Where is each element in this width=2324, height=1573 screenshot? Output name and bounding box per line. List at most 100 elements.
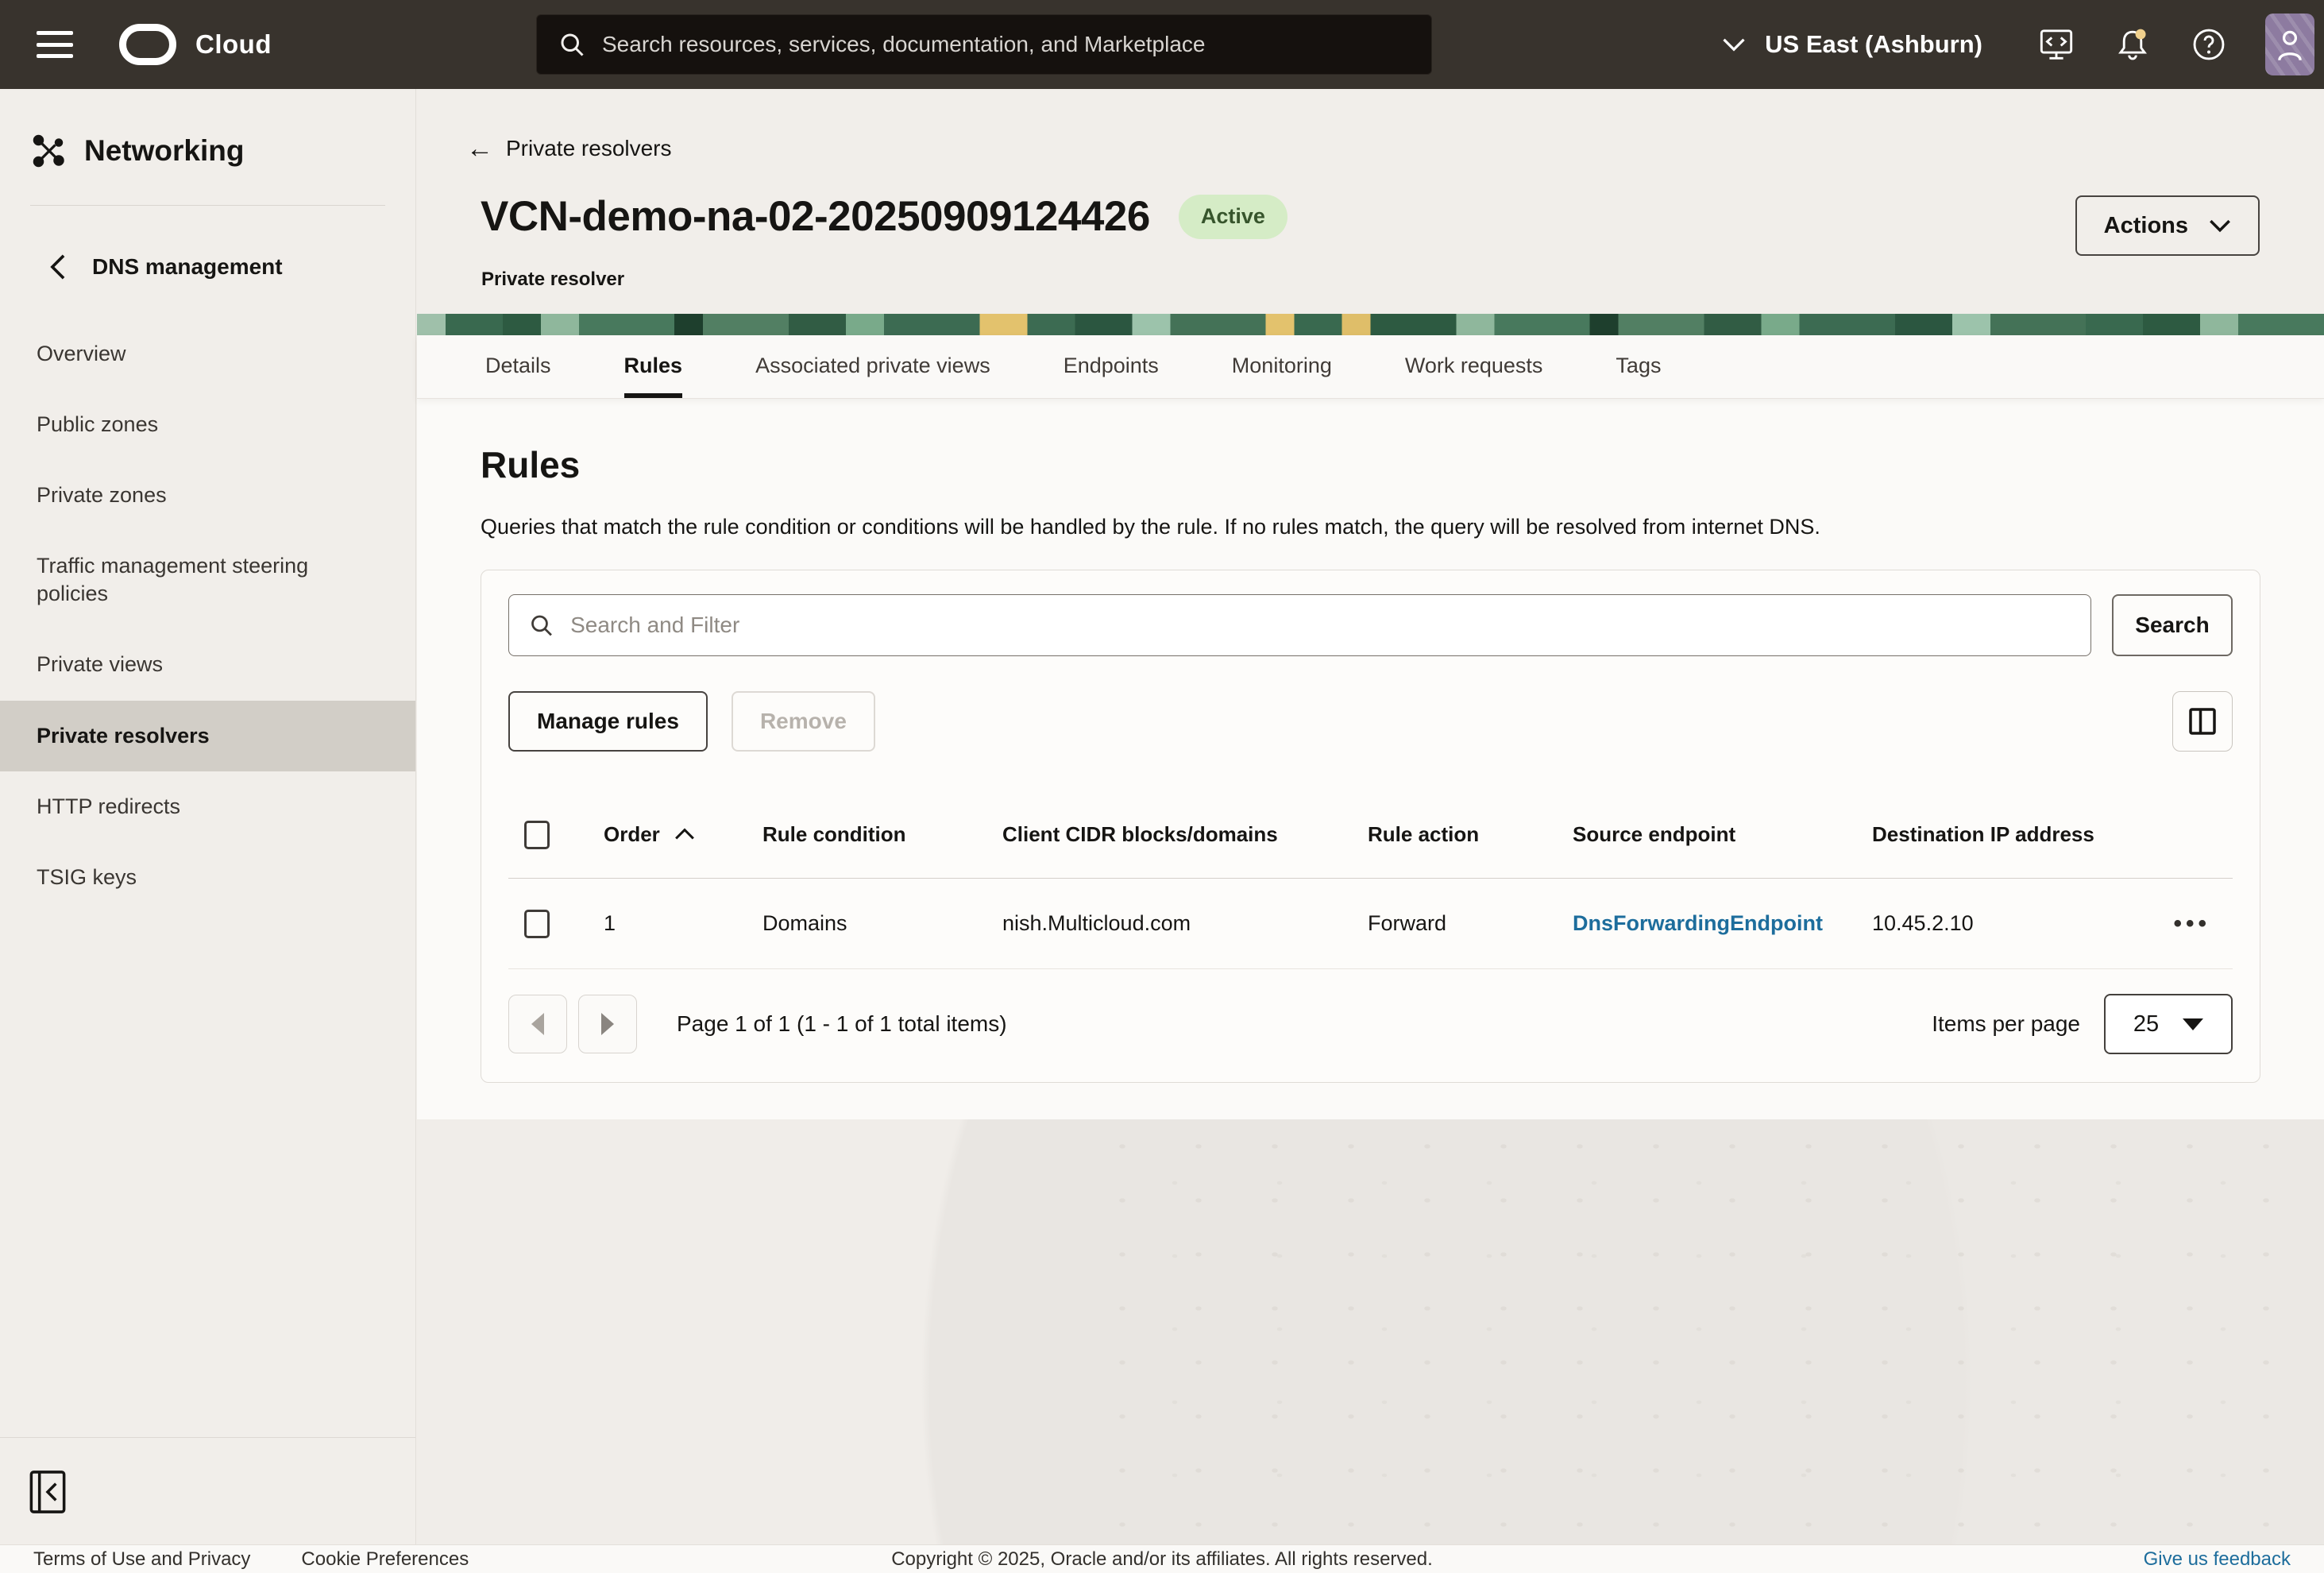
sidebar-item-private-resolvers[interactable]: Private resolvers [0, 701, 415, 771]
previous-page-button[interactable] [508, 995, 567, 1053]
sidebar-item-private-zones[interactable]: Private zones [0, 460, 415, 531]
items-per-page-select[interactable]: 25 [2104, 994, 2233, 1054]
chevron-down-icon [2209, 218, 2231, 233]
global-search-bar[interactable] [536, 14, 1432, 75]
next-page-button[interactable] [578, 995, 637, 1053]
resource-type-label: Private resolver [481, 269, 624, 291]
tab-monitoring[interactable]: Monitoring [1232, 335, 1332, 398]
remove-button[interactable]: Remove [732, 691, 875, 752]
caret-down-icon [2183, 1018, 2203, 1030]
page-header: ← Private resolvers VCN-demo-na-02-20250… [417, 89, 2324, 314]
items-per-page-value: 25 [2133, 1011, 2159, 1038]
pagination: Page 1 of 1 (1 - 1 of 1 total items) Ite… [508, 977, 2233, 1071]
help-icon[interactable] [2191, 26, 2227, 63]
actions-button-label: Actions [2104, 213, 2188, 239]
filter-input-wrapper [508, 594, 2091, 656]
search-icon [558, 30, 586, 59]
table-row: 1 Domains nish.Multicloud.com Forward Dn… [508, 879, 2233, 969]
sidebar-title: Networking [0, 89, 415, 170]
source-endpoint-link[interactable]: DnsForwardingEndpoint [1573, 911, 1823, 935]
columns-icon [2187, 705, 2218, 737]
status-badge: Active [1179, 195, 1287, 239]
notifications-bell-icon[interactable] [2114, 26, 2151, 63]
order-label: Order [604, 821, 660, 848]
column-settings-button[interactable] [2172, 691, 2233, 752]
divider [30, 205, 385, 206]
column-header-rule-action: Rule action [1368, 821, 1573, 848]
actions-button[interactable]: Actions [2075, 195, 2260, 256]
cookie-preferences-link[interactable]: Cookie Preferences [301, 1548, 469, 1571]
rules-card: Search Manage rules Remove Order Rule co… [481, 570, 2260, 1083]
cell-destination-ip: 10.45.2.10 [1872, 911, 2138, 936]
region-label: US East (Ashburn) [1765, 30, 1982, 59]
pagination-text: Page 1 of 1 (1 - 1 of 1 total items) [677, 1011, 1007, 1037]
chevron-down-icon [1722, 37, 1746, 52]
page-title: VCN-demo-na-02-20250909124426 [481, 192, 1150, 241]
footer: Terms of Use and Privacy Cookie Preferen… [0, 1544, 2324, 1573]
rules-table: Order Rule condition Client CIDR blocks/… [508, 791, 2233, 969]
sidebar-item-traffic-management[interactable]: Traffic management steering policies [0, 531, 415, 629]
rules-heading: Rules [481, 443, 2260, 486]
column-header-client-cidr: Client CIDR blocks/domains [1002, 821, 1368, 848]
feedback-link[interactable]: Give us feedback [2144, 1548, 2291, 1571]
column-header-rule-condition: Rule condition [762, 821, 1002, 848]
next-icon [601, 1013, 614, 1035]
cell-client-cidr: nish.Multicloud.com [1002, 911, 1368, 936]
chevron-left-icon [49, 253, 67, 280]
sidebar-title-label: Networking [84, 134, 244, 168]
rules-description: Queries that match the rule condition or… [481, 515, 2260, 539]
person-icon [2274, 26, 2306, 63]
row-checkbox[interactable] [524, 910, 550, 938]
terms-link[interactable]: Terms of Use and Privacy [33, 1548, 250, 1571]
collapse-sidebar-button[interactable] [29, 1470, 67, 1514]
back-to-private-resolvers-link[interactable]: ← Private resolvers [466, 135, 672, 162]
cloud-shell-icon[interactable] [2038, 26, 2075, 63]
tab-tags[interactable]: Tags [1616, 335, 1661, 398]
search-icon [528, 612, 554, 639]
cell-rule-action: Forward [1368, 911, 1573, 936]
user-avatar[interactable] [2265, 14, 2314, 75]
collapse-panel-icon [29, 1470, 67, 1514]
sidebar-item-private-views[interactable]: Private views [0, 629, 415, 700]
previous-icon [531, 1013, 544, 1035]
back-arrow-icon: ← [466, 135, 493, 162]
sidebar-item-http-redirects[interactable]: HTTP redirects [0, 771, 415, 842]
tab-associated-private-views[interactable]: Associated private views [755, 335, 990, 398]
tab-bar: Details Rules Associated private views E… [417, 335, 2324, 399]
oracle-logo-icon[interactable] [119, 24, 176, 65]
divider [0, 1437, 415, 1438]
cell-order: 1 [604, 911, 762, 936]
sidebar-item-overview[interactable]: Overview [0, 319, 415, 389]
tab-work-requests[interactable]: Work requests [1405, 335, 1543, 398]
search-button[interactable]: Search [2112, 594, 2233, 656]
rules-section: Rules Queries that match the rule condit… [417, 399, 2324, 1119]
column-header-order[interactable]: Order [604, 821, 762, 848]
manage-rules-button[interactable]: Manage rules [508, 691, 708, 752]
tab-endpoints[interactable]: Endpoints [1064, 335, 1159, 398]
row-menu-button[interactable]: ••• [2173, 910, 2233, 937]
sidebar-item-public-zones[interactable]: Public zones [0, 389, 415, 460]
cell-rule-condition: Domains [762, 911, 1002, 936]
tab-rules[interactable]: Rules [624, 335, 683, 398]
region-selector[interactable]: US East (Ashburn) [1722, 30, 1982, 59]
sidebar: Networking DNS management Overview Publi… [0, 89, 416, 1544]
sidebar-nav: Overview Public zones Private zones Traf… [0, 319, 415, 913]
tab-details[interactable]: Details [485, 335, 551, 398]
decorative-background [417, 1119, 2324, 1544]
top-navigation-bar: Cloud US East (Ashburn) [0, 0, 2324, 89]
hamburger-menu-icon[interactable] [37, 31, 73, 58]
main-content: ← Private resolvers VCN-demo-na-02-20250… [417, 89, 2324, 1544]
sidebar-back-dns-management[interactable]: DNS management [0, 253, 415, 280]
networking-icon [30, 132, 68, 170]
global-search-input[interactable] [602, 32, 1411, 57]
brand-name: Cloud [195, 29, 272, 60]
sidebar-item-tsig-keys[interactable]: TSIG keys [0, 842, 415, 913]
sort-ascending-icon [674, 828, 695, 841]
filter-input[interactable] [570, 613, 2071, 638]
decorative-banner [417, 314, 2324, 335]
back-link-label: Private resolvers [506, 136, 672, 161]
select-all-checkbox[interactable] [524, 821, 550, 849]
column-header-destination-ip: Destination IP address [1872, 821, 2138, 848]
table-header-row: Order Rule condition Client CIDR blocks/… [508, 791, 2233, 879]
items-per-page-label: Items per page [1932, 1011, 2080, 1037]
